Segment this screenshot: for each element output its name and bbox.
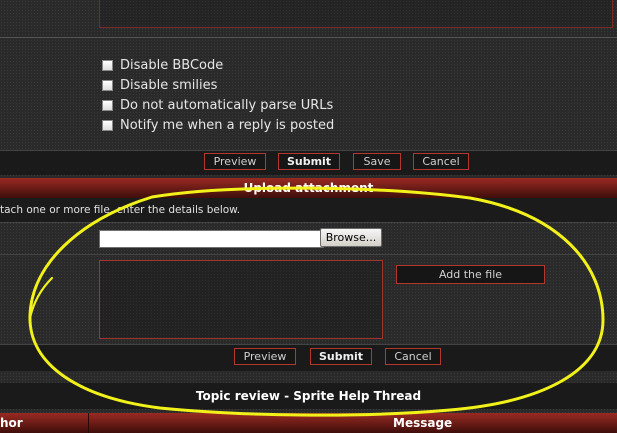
upload-description: tach one or more file, enter the details… bbox=[0, 198, 617, 222]
cancel-button[interactable]: Cancel bbox=[413, 153, 469, 170]
message-column-label: Message bbox=[393, 416, 453, 430]
upload-button-bar bbox=[0, 344, 617, 371]
checkbox[interactable] bbox=[102, 119, 113, 131]
column-divider bbox=[88, 413, 89, 433]
checkbox[interactable] bbox=[102, 79, 113, 91]
checkbox[interactable] bbox=[102, 99, 113, 111]
option-label: Disable smilies bbox=[120, 77, 218, 93]
review-column-header: hor Message bbox=[0, 413, 617, 433]
option-notify-reply[interactable]: Notify me when a reply is posted bbox=[102, 115, 334, 135]
upload-cancel-button[interactable]: Cancel bbox=[385, 348, 441, 365]
save-button[interactable]: Save bbox=[353, 153, 401, 170]
topic-review-title: Topic review - Sprite Help Thread bbox=[0, 383, 617, 409]
upload-submit-button[interactable]: Submit bbox=[310, 348, 372, 365]
file-comment-textarea[interactable] bbox=[99, 260, 383, 339]
add-file-button[interactable]: Add the file bbox=[396, 265, 545, 284]
divider bbox=[0, 222, 617, 223]
file-path-input[interactable] bbox=[99, 230, 324, 248]
message-textarea[interactable] bbox=[99, 0, 613, 28]
author-column-label: hor bbox=[0, 416, 23, 430]
divider bbox=[0, 37, 617, 38]
upload-header: Upload attachment bbox=[0, 178, 617, 198]
option-label: Notify me when a reply is posted bbox=[120, 117, 335, 133]
option-no-parse-urls[interactable]: Do not automatically parse URLs bbox=[102, 95, 334, 115]
post-options: Disable BBCode Disable smilies Do not au… bbox=[102, 55, 334, 135]
option-label: Disable BBCode bbox=[120, 57, 224, 73]
option-label: Do not automatically parse URLs bbox=[120, 97, 334, 113]
submit-button[interactable]: Submit bbox=[278, 153, 340, 170]
upload-preview-button[interactable]: Preview bbox=[234, 348, 296, 365]
browse-button[interactable]: Browse... bbox=[320, 228, 382, 247]
preview-button[interactable]: Preview bbox=[204, 153, 266, 170]
option-disable-smilies[interactable]: Disable smilies bbox=[102, 75, 334, 95]
divider bbox=[0, 254, 617, 255]
checkbox[interactable] bbox=[102, 59, 113, 71]
option-disable-bbcode[interactable]: Disable BBCode bbox=[102, 55, 334, 75]
